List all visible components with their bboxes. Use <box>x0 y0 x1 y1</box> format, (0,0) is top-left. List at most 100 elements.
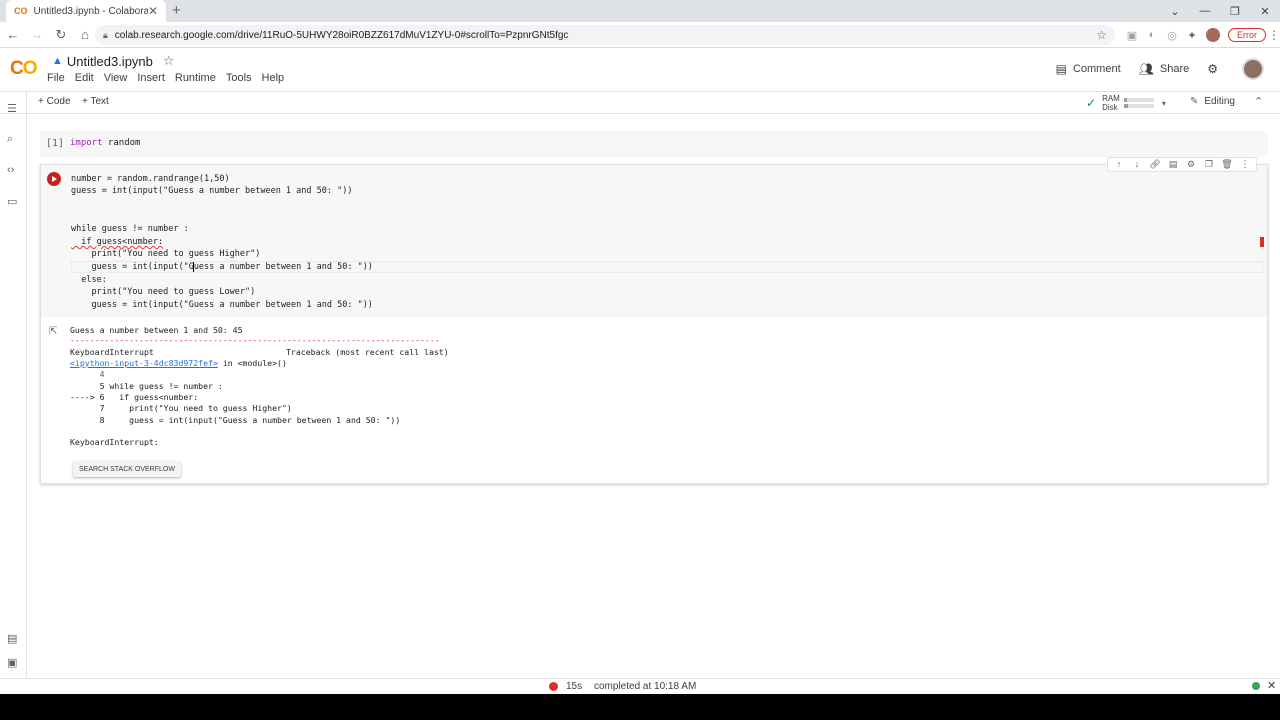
run-cell-error-button[interactable] <box>47 172 61 186</box>
menu-runtime[interactable]: Runtime <box>175 72 216 84</box>
code-line: print("You need to guess Higher") <box>71 249 261 259</box>
cell-editor[interactable]: ↑ ↓ 🔗︎ ▤ ⚙ ❐ 🗑︎ ⋮ number = random.randra… <box>41 157 1267 317</box>
reload-icon[interactable]: ↻ <box>50 27 72 43</box>
collapse-header-icon[interactable]: ⌃ <box>1254 95 1263 108</box>
module-label: in <module>() <box>217 358 287 368</box>
profile-dropdown-icon[interactable]: ⌄ <box>1160 5 1190 18</box>
tab-close-icon[interactable]: ✕ <box>148 4 158 18</box>
menu-view[interactable]: View <box>104 72 128 84</box>
cell-source[interactable]: import random <box>70 138 140 148</box>
code-cell-active[interactable]: ↑ ↓ 🔗︎ ▤ ⚙ ❐ 🗑︎ ⋮ number = random.randra… <box>40 157 1268 484</box>
extension-icon[interactable]: ◎ <box>1162 29 1182 42</box>
new-tab-icon[interactable]: + <box>172 2 181 19</box>
ram-bar-fill <box>1123 98 1127 102</box>
ram-bar <box>1123 98 1154 102</box>
editing-mode-button[interactable]: ✎ Editing <box>1190 96 1235 107</box>
code-line: while guess != number : <box>71 224 189 234</box>
status-close-icon[interactable]: ✕ <box>1267 679 1276 692</box>
resources-indicator[interactable]: ✓ RAM Disk ▾ <box>1086 94 1166 112</box>
menu-help[interactable]: Help <box>262 72 285 84</box>
traceback-separator: ----------------------------------------… <box>70 335 440 345</box>
search-icon[interactable]: ⌕ <box>7 133 13 146</box>
connected-check-icon: ✓ <box>1086 96 1097 110</box>
notebook-title: ▲ Untitled3.ipynb ☆ <box>52 53 175 69</box>
ipython-input-link[interactable]: <ipython-input-3-4dc83d972fef> <box>70 358 218 368</box>
error-name: KeyboardInterrupt <box>70 347 154 357</box>
traceback-line: 5 while guess != number : <box>70 381 223 391</box>
menu-insert[interactable]: Insert <box>137 72 165 84</box>
add-text-button[interactable]: + Text <box>82 96 109 107</box>
lock-icon: 🔒︎ <box>103 29 108 40</box>
code-line: print("You need to guess Lower") <box>71 287 256 297</box>
menu-edit[interactable]: Edit <box>75 72 94 84</box>
menu-file[interactable]: File <box>47 72 65 84</box>
mirror-cell-icon[interactable]: ❐ <box>1200 159 1218 170</box>
cell-settings-icon[interactable]: ⚙ <box>1182 159 1200 170</box>
traceback-header: Traceback (most recent call last) <box>286 347 449 357</box>
execution-count: [1] <box>46 138 65 149</box>
terminal-icon[interactable]: ▣ <box>7 656 17 669</box>
comment-cell-icon[interactable]: ▤ <box>1164 159 1182 170</box>
add-code-button[interactable]: + Code <box>38 96 71 107</box>
comment-button[interactable]: ▤ Comment <box>1056 62 1121 76</box>
code-line: if guess<number: <box>71 237 164 247</box>
resources-dropdown-icon[interactable]: ▾ <box>1162 99 1166 108</box>
files-folder-icon[interactable]: ▭ <box>7 195 17 208</box>
table-of-contents-icon[interactable]: ☰ <box>7 102 17 115</box>
window-close-icon[interactable]: ✕ <box>1250 5 1280 18</box>
user-avatar[interactable] <box>1242 58 1264 80</box>
os-taskbar <box>0 694 1280 720</box>
forward-icon[interactable]: → <box>26 27 48 42</box>
bookmark-star-icon[interactable]: ☆ <box>1096 28 1107 42</box>
traceback-line: 7 print("You need to guess Higher") <box>70 403 292 413</box>
code-line: guess = int(input("Guess a number betwee… <box>71 186 353 196</box>
code-cell[interactable]: [1] import random <box>40 131 1268 157</box>
completion-status[interactable]: completed at 10:18 AM <box>594 681 696 692</box>
browser-tab[interactable]: CO Untitled3.ipynb - Colaboratory ✕ <box>6 0 166 22</box>
header-actions: ▤ Comment 👥︎ Share ⚙ <box>1056 58 1264 80</box>
search-stack-overflow-button[interactable]: SEARCH STACK OVERFLOW <box>73 461 181 477</box>
minimize-icon[interactable]: — <box>1190 5 1220 17</box>
stdout-line: Guess a number between 1 and 50: 45 <box>70 325 243 335</box>
link-icon[interactable]: 🔗︎ <box>1146 159 1164 170</box>
share-label: Share <box>1159 63 1190 75</box>
share-button[interactable]: 👥︎ Share <box>1139 62 1190 76</box>
command-palette-icon[interactable]: ▤ <box>7 632 17 645</box>
traceback-line: 4 <box>70 369 105 379</box>
people-icon: 👥︎ <box>1138 62 1154 76</box>
notebook-filename[interactable]: Untitled3.ipynb <box>67 54 153 69</box>
code-snippets-icon[interactable]: ‹› <box>7 164 14 176</box>
extension-icon[interactable]: ◐ <box>1142 29 1162 41</box>
code-line: else: <box>71 275 107 285</box>
restore-icon[interactable]: ❐ <box>1220 5 1250 18</box>
move-down-icon[interactable]: ↓ <box>1128 159 1146 170</box>
logo-letter-o: O <box>22 58 38 79</box>
error-marker <box>1260 237 1264 247</box>
extension-icon[interactable]: ▣ <box>1122 29 1142 42</box>
puzzle-icon[interactable]: ✦ <box>1182 29 1202 42</box>
pencil-icon: ✎ <box>1190 96 1199 107</box>
profile-avatar[interactable] <box>1206 28 1220 42</box>
window-controls: ⌄ — ❐ ✕ <box>1160 0 1280 22</box>
browser-menu-icon[interactable]: ⋮ <box>1266 28 1280 42</box>
star-notebook-icon[interactable]: ☆ <box>163 53 175 69</box>
delete-cell-icon[interactable]: 🗑︎ <box>1218 159 1236 170</box>
error-button[interactable]: Error <box>1228 28 1266 42</box>
traceback-location: <ipython-input-3-4dc83d972fef> in <modul… <box>70 358 287 368</box>
keyword-import: import <box>70 138 103 148</box>
menu-tools[interactable]: Tools <box>226 72 252 84</box>
text-cursor <box>193 262 194 272</box>
colab-logo[interactable]: CO <box>10 58 38 80</box>
final-error-line: KeyboardInterrupt: <box>70 437 159 447</box>
code-line: guess = int(input("Guess a number betwee… <box>71 262 373 272</box>
more-options-icon[interactable]: ⋮ <box>1236 159 1254 170</box>
back-icon[interactable]: ← <box>2 27 24 42</box>
address-bar[interactable]: 🔒︎ colab.research.google.com/drive/11RuO… <box>95 25 1115 45</box>
settings-button[interactable]: ⚙ <box>1207 62 1224 76</box>
home-icon[interactable]: ⌂ <box>74 27 96 42</box>
comment-label: Comment <box>1072 63 1121 75</box>
code-line: number = random.randrange(1,50) <box>71 174 230 184</box>
execution-duration: 15s <box>566 681 583 692</box>
output-actions-icon[interactable]: ⇱ <box>49 326 57 337</box>
move-up-icon[interactable]: ↑ <box>1110 159 1128 170</box>
